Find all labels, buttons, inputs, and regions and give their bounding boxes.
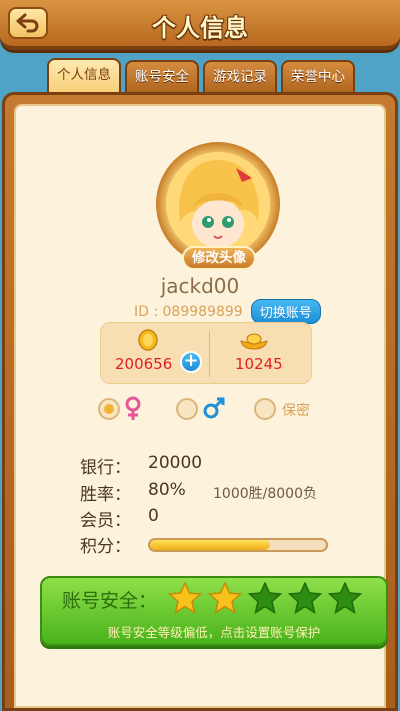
bank-value: 20000 bbox=[148, 453, 203, 473]
win-loss-record: 1000胜/8000负 bbox=[213, 486, 317, 502]
bank-label: 银行： bbox=[80, 458, 131, 478]
star-filled-icon bbox=[168, 582, 202, 614]
gender-secret-radio[interactable] bbox=[254, 398, 276, 420]
currency-divider bbox=[209, 331, 210, 377]
score-progress-bar bbox=[148, 538, 328, 552]
page-title: 个人信息 bbox=[152, 14, 248, 42]
tab-account-security[interactable]: 账号安全 bbox=[125, 60, 199, 92]
content-area: 修改头像 jackd00 ID : 089989899 切换账号 200656 … bbox=[14, 104, 388, 708]
avatar[interactable] bbox=[166, 152, 270, 256]
winrate-label: 胜率： bbox=[80, 485, 131, 505]
star-empty-icon bbox=[248, 582, 282, 614]
tab-game-records[interactable]: 游戏记录 bbox=[203, 60, 277, 92]
score-label: 积分： bbox=[80, 537, 131, 557]
security-tip: 账号安全等级偏低，点击设置账号保护 bbox=[107, 625, 321, 640]
security-title: 账号安全： bbox=[62, 590, 158, 612]
coin-balance: 200656 bbox=[115, 355, 173, 373]
score-progress-fill bbox=[150, 540, 270, 550]
star-empty-icon bbox=[288, 582, 322, 614]
main-panel: 修改头像 jackd00 ID : 089989899 切换账号 200656 … bbox=[2, 92, 398, 711]
id-row: ID : 089989899 切换账号 bbox=[134, 299, 321, 324]
star-filled-icon bbox=[208, 582, 242, 614]
female-icon bbox=[125, 396, 141, 420]
tab-bar: 个人信息 账号安全 游戏记录 荣誉中心 bbox=[47, 58, 355, 92]
member-label: 会员： bbox=[80, 511, 131, 531]
security-banner[interactable]: 账号安全： 账号安全等级偏低，点击设置账号保护 bbox=[40, 576, 388, 646]
gender-secret-label: 保密 bbox=[282, 403, 310, 419]
user-id: ID : 089989899 bbox=[134, 303, 243, 320]
winrate-value: 80% bbox=[148, 480, 186, 500]
currency-panel: 200656 + 10245 bbox=[100, 322, 312, 384]
gender-female-radio[interactable] bbox=[98, 398, 120, 420]
header-bar: 个人信息 bbox=[0, 0, 400, 50]
star-empty-icon bbox=[328, 582, 362, 614]
username: jackd00 bbox=[160, 274, 240, 298]
gold-ingot-icon bbox=[240, 333, 268, 350]
gold-coin-icon bbox=[138, 329, 158, 351]
gender-male-radio[interactable] bbox=[176, 398, 198, 420]
edit-avatar-button[interactable]: 修改头像 bbox=[182, 246, 256, 270]
male-icon bbox=[203, 397, 225, 419]
ingot-balance: 10245 bbox=[235, 355, 283, 373]
tab-honor-center[interactable]: 荣誉中心 bbox=[281, 60, 355, 92]
tab-personal-info[interactable]: 个人信息 bbox=[47, 58, 121, 92]
security-stars bbox=[168, 582, 362, 614]
add-coins-button[interactable]: + bbox=[180, 351, 202, 373]
member-value: 0 bbox=[148, 506, 159, 526]
switch-account-button[interactable]: 切换账号 bbox=[250, 299, 321, 324]
